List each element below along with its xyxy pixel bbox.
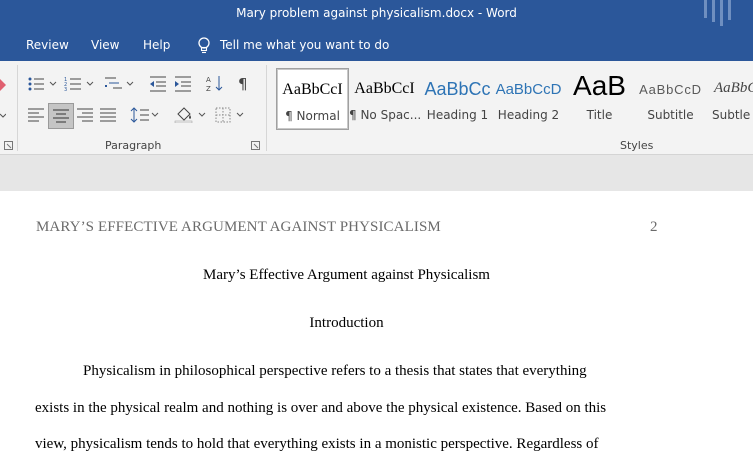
style-no-spacing[interactable]: AaBbCcI ¶ No Spac...: [349, 68, 420, 128]
align-right-icon[interactable]: [75, 106, 95, 124]
body-line: exists in the physical realm and nothing…: [35, 400, 607, 416]
borders-icon[interactable]: [213, 106, 233, 124]
running-head: MARY’S EFFECTIVE ARGUMENT AGAINST PHYSIC…: [36, 219, 441, 235]
decrease-indent-icon[interactable]: [148, 75, 168, 93]
style-normal[interactable]: AaBbCcI ¶ Normal: [276, 68, 349, 130]
ribbon-tabs: Review View Help Tell me what you want t…: [0, 28, 753, 61]
align-center-icon: [53, 109, 69, 123]
line-spacing-icon[interactable]: [130, 106, 150, 124]
tell-me-label: Tell me what you want to do: [220, 38, 390, 52]
style-preview: AaBbCcI: [282, 81, 343, 98]
style-name: Subtle E: [712, 108, 753, 122]
increase-indent-icon[interactable]: [173, 75, 193, 93]
svg-text:¶: ¶: [238, 75, 248, 92]
style-preview: AaBbCcI: [354, 80, 415, 97]
document-page[interactable]: MARY’S EFFECTIVE ARGUMENT AGAINST PHYSIC…: [0, 191, 753, 466]
style-preview: AaBbCcD: [714, 80, 753, 96]
style-name: Heading 2: [497, 108, 560, 122]
style-preview: AaB: [573, 70, 626, 101]
font-dialog-launcher-icon[interactable]: [4, 141, 13, 150]
borders-dropdown-icon[interactable]: [236, 112, 244, 118]
lightbulb-icon: [198, 37, 210, 54]
ribbon-display-icon[interactable]: [700, 0, 740, 28]
highlight-color-icon[interactable]: [0, 79, 6, 91]
show-formatting-marks-icon[interactable]: ¶: [235, 74, 255, 92]
style-name: ¶ No Spac...: [349, 108, 420, 122]
style-heading-2[interactable]: AaBbCcD Heading 2: [493, 68, 564, 128]
justify-icon[interactable]: [98, 106, 118, 124]
style-name: Subtitle: [647, 108, 694, 122]
shading-dropdown-icon[interactable]: [198, 112, 206, 118]
body-line: Physicalism in philosophical perspective…: [83, 363, 587, 379]
document-canvas-margin: [0, 155, 753, 191]
tell-me-box[interactable]: Tell me what you want to do: [196, 36, 389, 54]
style-name: ¶ Normal: [285, 109, 340, 123]
numbering-dropdown-icon[interactable]: [86, 81, 94, 87]
styles-group-label: Styles: [620, 139, 654, 152]
numbering-icon[interactable]: 123: [64, 75, 84, 93]
shading-icon[interactable]: [174, 105, 194, 123]
style-preview: AaBbCcD: [495, 81, 562, 98]
tab-review[interactable]: Review: [26, 38, 69, 52]
style-name: Heading 1: [426, 108, 489, 122]
style-heading-1[interactable]: AaBbCс Heading 1: [422, 68, 493, 128]
style-name: Title: [586, 108, 613, 122]
align-left-icon[interactable]: [26, 106, 46, 124]
paragraph-group-label: Paragraph: [105, 139, 162, 152]
style-title[interactable]: AaB Title: [564, 68, 635, 128]
style-subtle-emphasis[interactable]: AaBbCcD Subtle E: [706, 68, 753, 128]
sort-icon[interactable]: AZ: [205, 74, 225, 92]
paragraph-dialog-launcher-icon[interactable]: [251, 141, 260, 150]
dropdown-arrow-icon[interactable]: [0, 111, 6, 121]
svg-text:A: A: [206, 76, 211, 84]
style-preview: AaBbCcD: [639, 82, 702, 97]
group-separator: [17, 65, 18, 151]
svg-text:3: 3: [64, 87, 67, 93]
style-subtitle[interactable]: AaBbCcD Subtitle: [635, 68, 706, 128]
bullets-dropdown-icon[interactable]: [49, 81, 57, 87]
tab-help[interactable]: Help: [143, 38, 170, 52]
ribbon: 123 AZ ¶ Paragraph AaBbCcI ¶ Normal AaBb…: [0, 61, 753, 155]
window-title: Mary problem against physicalism.docx - …: [236, 6, 517, 20]
bullets-icon[interactable]: [27, 75, 47, 93]
multilevel-dropdown-icon[interactable]: [126, 81, 134, 87]
title-bar: Mary problem against physicalism.docx - …: [0, 0, 753, 28]
document-title: Mary’s Effective Argument against Physic…: [203, 267, 490, 283]
line-spacing-dropdown-icon[interactable]: [151, 112, 159, 118]
multilevel-list-icon[interactable]: [104, 75, 124, 93]
align-center-button[interactable]: [48, 103, 74, 129]
group-separator: [266, 65, 267, 151]
style-preview: AaBbCс: [424, 79, 491, 99]
page-number: 2: [650, 219, 658, 235]
tab-view[interactable]: View: [91, 38, 119, 52]
body-line: view, physicalism tends to hold that eve…: [35, 436, 599, 452]
svg-text:Z: Z: [206, 85, 211, 92]
section-heading: Introduction: [309, 315, 384, 331]
